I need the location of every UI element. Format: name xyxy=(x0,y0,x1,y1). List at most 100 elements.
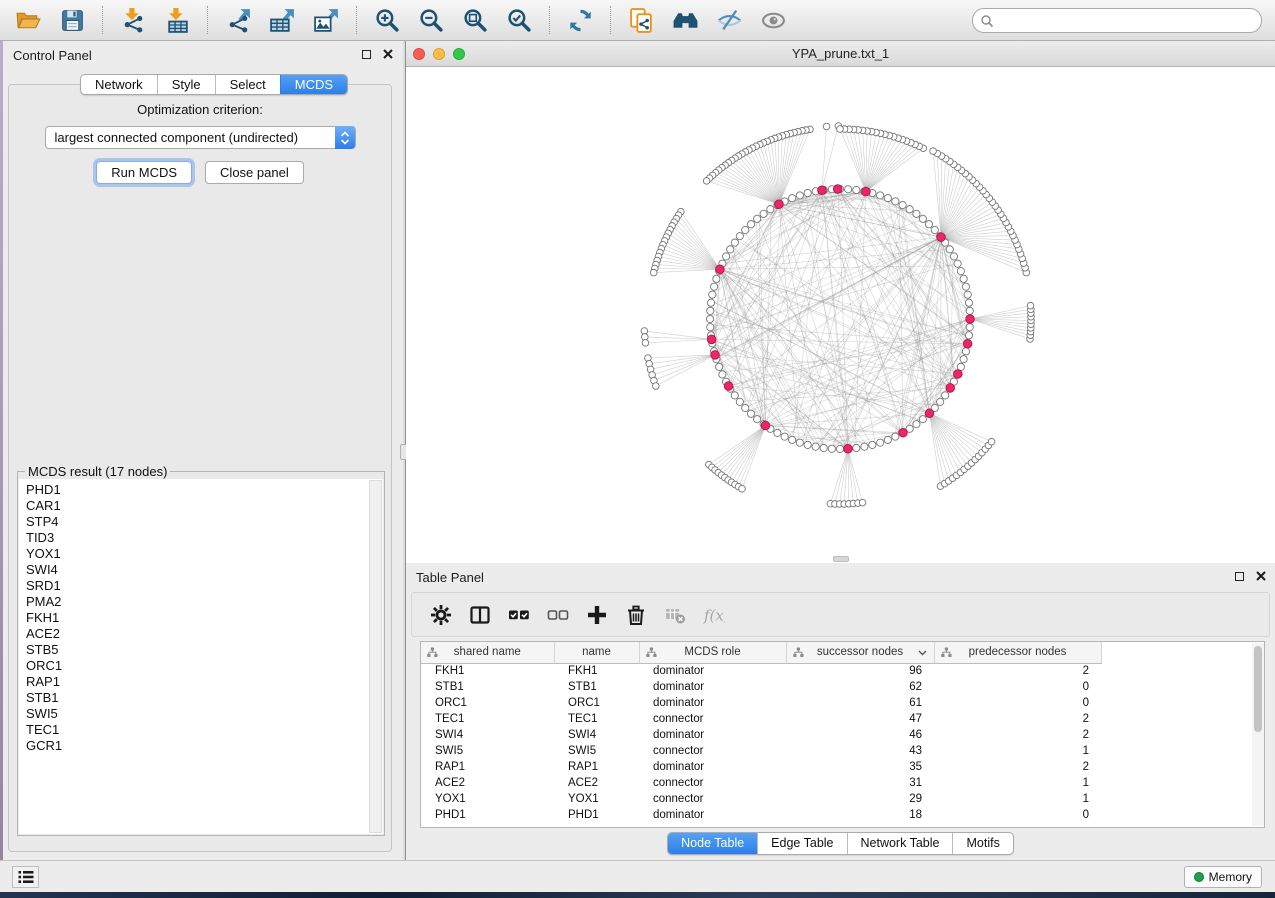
table-scrollbar[interactable] xyxy=(1252,643,1264,826)
cell-successor-nodes: 47 xyxy=(786,711,934,727)
cell-filler xyxy=(1101,663,1252,679)
control-panel-title: Control Panel xyxy=(13,48,92,63)
refresh-view-button[interactable] xyxy=(558,3,602,37)
table-row[interactable]: RAP1RAP1dominator352 xyxy=(421,759,1252,775)
export-network-button[interactable] xyxy=(216,3,260,37)
column-header-shared-name[interactable]: shared name xyxy=(421,642,554,663)
column-header-successor-nodes[interactable]: successor nodes xyxy=(786,642,934,663)
tab-edge-table[interactable]: Edge Table xyxy=(757,833,846,854)
table-row[interactable]: SWI5SWI5connector431 xyxy=(421,743,1252,759)
open-session-button[interactable] xyxy=(6,3,50,37)
settings-gear-button[interactable] xyxy=(429,603,453,627)
mcds-result-item[interactable]: PMA2 xyxy=(26,594,368,610)
search-input[interactable] xyxy=(994,11,1261,31)
mcds-result-item[interactable]: STP4 xyxy=(26,514,368,530)
add-button[interactable] xyxy=(585,603,609,627)
close-panel-icon[interactable] xyxy=(1255,570,1267,582)
table-row[interactable]: STB1STB1dominator620 xyxy=(421,679,1252,695)
mcds-result-item[interactable]: TID3 xyxy=(26,530,368,546)
select-all-button[interactable] xyxy=(507,603,531,627)
tab-network-table[interactable]: Network Table xyxy=(847,833,953,854)
binoculars-button[interactable] xyxy=(663,3,707,37)
mcds-result-item[interactable]: CAR1 xyxy=(26,498,368,514)
column-header-name[interactable]: name xyxy=(554,642,639,663)
zoom-in-button[interactable] xyxy=(365,3,409,37)
float-window-icon[interactable] xyxy=(362,50,371,59)
mcds-result-item[interactable]: SRD1 xyxy=(26,578,368,594)
network-window-titlebar[interactable]: YPA_prune.txt_1 xyxy=(406,41,1275,67)
ring-node xyxy=(899,201,906,208)
ring-node xyxy=(716,363,723,370)
table-row[interactable]: FKH1FKH1dominator962 xyxy=(421,663,1252,679)
mcds-result-item[interactable]: TEC1 xyxy=(26,722,368,738)
mcds-result-item[interactable]: ACE2 xyxy=(26,626,368,642)
share-document-button[interactable] xyxy=(619,3,663,37)
mcds-result-item[interactable]: YOX1 xyxy=(26,546,368,562)
optimization-criterion-select[interactable]: largest connected component (undirected) xyxy=(45,126,356,149)
table-row[interactable]: ORC1ORC1dominator610 xyxy=(421,695,1252,711)
tab-style[interactable]: Style xyxy=(157,75,215,94)
mcds-list-scrollbar[interactable] xyxy=(369,480,382,833)
cell-mcds-role: connector xyxy=(639,791,786,807)
hide-annotations-button[interactable] xyxy=(707,3,751,37)
column-type-icon xyxy=(646,647,657,658)
zoom-out-button[interactable] xyxy=(409,3,453,37)
columns-icon xyxy=(469,604,491,626)
mcds-result-item[interactable]: STB1 xyxy=(26,690,368,706)
cell-shared-name: PHD1 xyxy=(421,807,554,823)
export-image-button[interactable] xyxy=(304,3,348,37)
fan-node xyxy=(703,178,710,185)
mcds-result-item[interactable]: SWI5 xyxy=(26,706,368,722)
main-toolbar xyxy=(0,0,1275,41)
table-row[interactable]: ACE2ACE2connector311 xyxy=(421,775,1252,791)
mcds-result-item[interactable]: STB5 xyxy=(26,642,368,658)
ring-node xyxy=(877,439,884,446)
column-header-predecessor-nodes[interactable]: predecessor nodes xyxy=(934,642,1101,663)
zoom-selected-button[interactable] xyxy=(497,3,541,37)
mcds-result-item[interactable]: FKH1 xyxy=(26,610,368,626)
save-session-button[interactable] xyxy=(50,3,94,37)
zoom-fit-button[interactable] xyxy=(453,3,497,37)
ring-node xyxy=(731,392,738,399)
column-label: MCDS role xyxy=(684,646,740,658)
tab-mcds[interactable]: MCDS xyxy=(280,75,347,94)
menu-list-button[interactable] xyxy=(12,866,39,888)
close-panel-icon[interactable] xyxy=(382,48,394,60)
delete-button[interactable] xyxy=(624,603,648,627)
optimization-criterion-label: Optimization criterion: xyxy=(9,102,391,117)
memory-button[interactable]: Memory xyxy=(1184,866,1262,888)
tab-node-table[interactable]: Node Table xyxy=(668,833,757,854)
import-network-button[interactable] xyxy=(111,3,155,37)
close-panel-button[interactable]: Close panel xyxy=(205,161,304,184)
horizontal-splitter-grip[interactable] xyxy=(833,556,849,562)
tab-select[interactable]: Select xyxy=(215,75,280,94)
zoom-in-icon xyxy=(374,7,401,34)
mcds-result-item[interactable]: SWI4 xyxy=(26,562,368,578)
run-mcds-button[interactable]: Run MCDS xyxy=(96,161,192,184)
import-table-button[interactable] xyxy=(155,3,199,37)
network-canvas[interactable] xyxy=(406,67,1275,563)
table-row[interactable]: YOX1YOX1connector291 xyxy=(421,791,1252,807)
show-annotations-button[interactable] xyxy=(751,3,795,37)
tab-motifs[interactable]: Motifs xyxy=(952,833,1012,854)
search-box xyxy=(972,8,1262,33)
ring-node xyxy=(946,246,953,253)
columns-button[interactable] xyxy=(468,603,492,627)
column-label: predecessor nodes xyxy=(969,646,1067,658)
deselect-all-button[interactable] xyxy=(546,603,570,627)
export-table-button[interactable] xyxy=(260,3,304,37)
table-row[interactable]: PHD1PHD1dominator180 xyxy=(421,807,1252,823)
ring-node xyxy=(767,206,774,213)
mcds-result-item[interactable]: PHD1 xyxy=(26,482,368,498)
mcds-result-item[interactable]: GCR1 xyxy=(26,738,368,754)
mcds-result-item[interactable]: RAP1 xyxy=(26,674,368,690)
mcds-result-item[interactable]: ORC1 xyxy=(26,658,368,674)
table-row[interactable]: TEC1TEC1connector472 xyxy=(421,711,1252,727)
table-row[interactable]: SWI4SWI4dominator462 xyxy=(421,727,1252,743)
menu-list-icon xyxy=(16,868,36,886)
tab-network[interactable]: Network xyxy=(81,75,157,94)
show-annotations-icon xyxy=(760,7,787,34)
column-header-mcds-role[interactable]: MCDS role xyxy=(639,642,786,663)
scrollbar-thumb[interactable] xyxy=(1254,646,1262,732)
float-window-icon[interactable] xyxy=(1235,572,1244,581)
